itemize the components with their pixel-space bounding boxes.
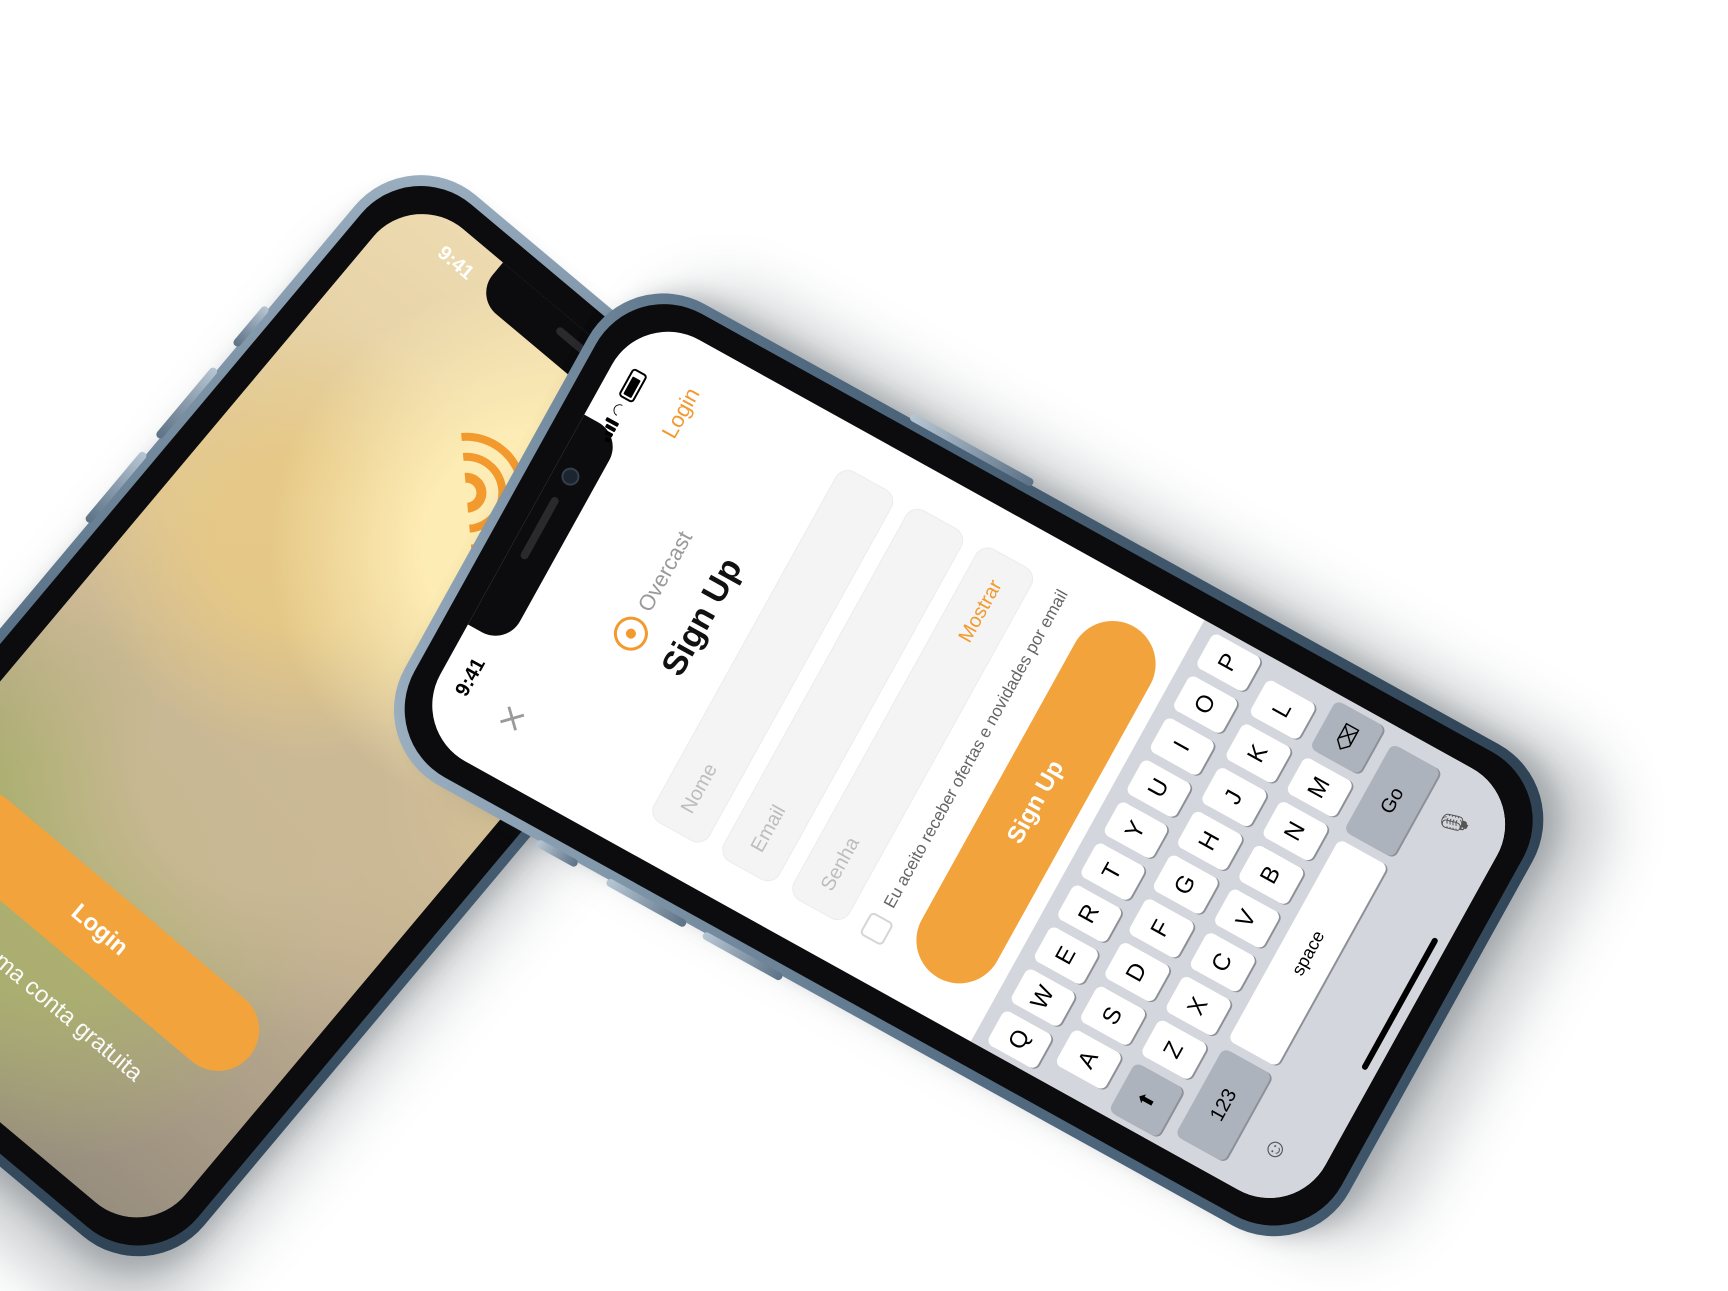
battery-icon [617,367,648,404]
wifi-icon: ◠ [608,400,630,420]
bezel: 9:41 ◠ × Login Overcast Sign Up Nome Ema… [376,276,1561,1254]
status-time: 9:41 [450,654,490,700]
show-password-button[interactable]: Mostrar [950,570,1011,652]
shift-key[interactable]: ⬆ [1108,1062,1185,1139]
emoji-icon[interactable]: ☺ [1254,1130,1294,1168]
status-icons: ◠ [594,366,649,444]
login-link[interactable]: Login [653,378,709,449]
close-button[interactable]: × [484,690,540,746]
signal-icon [596,417,620,444]
overcast-logo-icon [607,610,655,657]
consent-checkbox[interactable] [858,911,895,947]
phone-signup: 9:41 ◠ × Login Overcast Sign Up Nome Ema… [363,262,1575,1268]
microphone-icon[interactable]: 🎙 [1433,801,1476,845]
